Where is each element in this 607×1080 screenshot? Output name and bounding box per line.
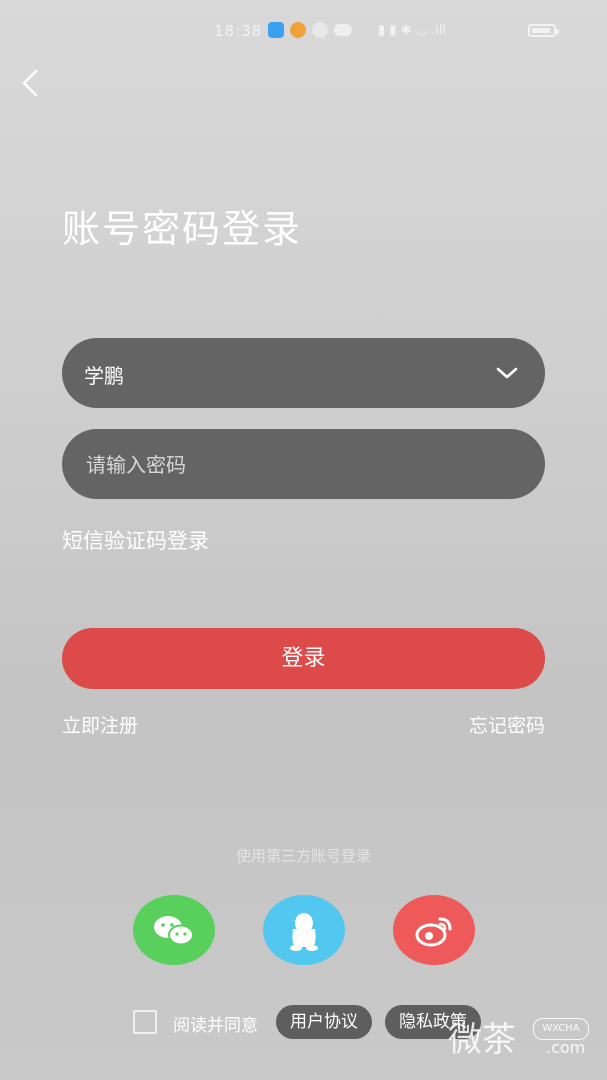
game-notification-icon bbox=[290, 22, 306, 38]
forgot-password-link[interactable]: 忘记密码 bbox=[469, 711, 545, 738]
watermark-domain: .com bbox=[546, 1038, 586, 1057]
password-field-container bbox=[62, 429, 545, 501]
login-button[interactable]: 登录 bbox=[62, 628, 545, 689]
watermark-badge: WXCHA bbox=[533, 1018, 589, 1040]
agreement-checkbox[interactable] bbox=[133, 1010, 157, 1034]
weibo-login-button[interactable] bbox=[393, 895, 475, 965]
watermark: 微茶 WXCHA .com bbox=[448, 1012, 598, 1062]
app-notification-icon bbox=[268, 22, 284, 38]
password-input[interactable] bbox=[84, 429, 518, 501]
account-select[interactable]: 学鹏 bbox=[62, 338, 545, 408]
register-link[interactable]: 立即注册 bbox=[62, 711, 138, 738]
message-notification-icon bbox=[334, 24, 352, 36]
account-value: 学鹏 bbox=[84, 364, 124, 388]
chevron-down-icon[interactable] bbox=[495, 362, 519, 384]
sms-login-link[interactable]: 短信验证码登录 bbox=[62, 525, 209, 555]
watermark-text: 微茶 bbox=[448, 1020, 516, 1060]
wechat-icon bbox=[154, 916, 194, 946]
status-bar: 18:38 ▮ ▮ ✱ ◡ .ıll bbox=[0, 0, 607, 60]
qq-penguin-icon bbox=[290, 913, 318, 951]
status-time: 18:38 bbox=[214, 22, 263, 40]
weibo-icon bbox=[415, 917, 452, 947]
status-indicators: ▮ ▮ ✱ ◡ .ıll bbox=[378, 23, 447, 38]
qq-login-button[interactable] bbox=[263, 895, 345, 965]
qq-notification-icon bbox=[312, 22, 328, 38]
page-title: 账号密码登录 bbox=[62, 207, 303, 251]
agreement-text: 阅读并同意 bbox=[173, 1016, 258, 1036]
third-party-login-label: 使用第三方账号登录 bbox=[235, 847, 371, 865]
battery-icon bbox=[528, 24, 559, 37]
back-arrow-icon[interactable] bbox=[14, 66, 48, 100]
wechat-login-button[interactable] bbox=[133, 895, 215, 965]
user-agreement-link[interactable]: 用户协议 bbox=[276, 1005, 372, 1039]
